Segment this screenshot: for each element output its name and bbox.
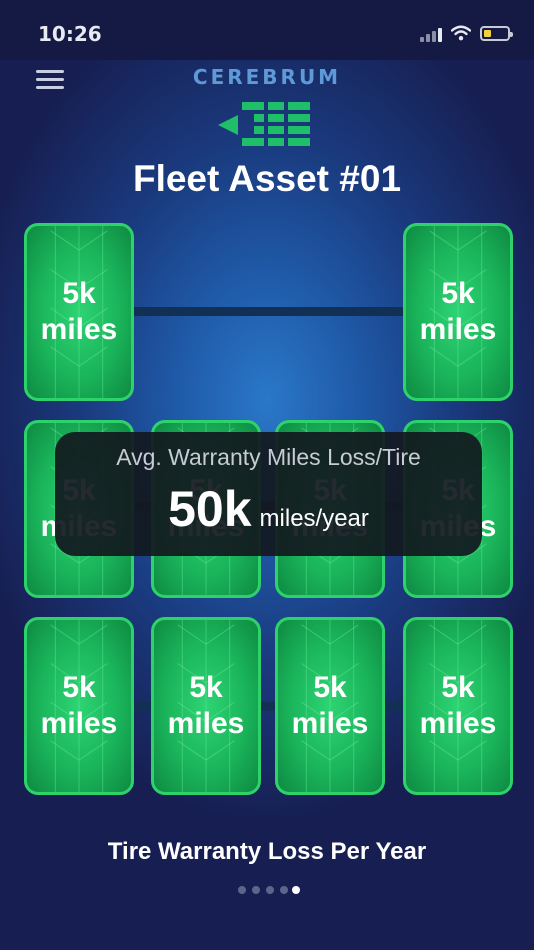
tire-miles-label: 5kmiles <box>167 671 245 740</box>
page-dot[interactable] <box>266 886 274 894</box>
tire-front-right[interactable]: 5k miles <box>403 223 513 401</box>
page-dot-active[interactable] <box>292 886 300 894</box>
tire-miles-label: 5kmiles <box>291 671 369 740</box>
status-time: 10:26 <box>38 22 102 46</box>
page-indicator[interactable] <box>0 886 534 896</box>
brand-logo-text: CEREBRUM <box>192 65 342 89</box>
tire-rear-outer-right[interactable]: 5k miles <box>403 617 513 795</box>
status-bar: 10:26 <box>0 0 534 60</box>
summary-value: 50k miles/year <box>55 480 482 538</box>
page-dot[interactable] <box>252 886 260 894</box>
battery-icon <box>480 26 513 41</box>
tire-rear-inner-left[interactable]: 5k miles <box>151 617 261 795</box>
summary-number: 50k <box>168 481 252 537</box>
tire-rear-outer-left[interactable]: 5k miles <box>24 617 134 795</box>
tire-miles-label: 5kmiles <box>40 277 118 346</box>
summary-unit: miles/year <box>259 505 369 532</box>
wifi-icon <box>451 25 471 41</box>
tire-miles-label: 5kmiles <box>419 671 497 740</box>
brand-mark-icon <box>218 102 310 146</box>
footer-caption: Tire Warranty Loss Per Year <box>107 838 427 865</box>
page-dot[interactable] <box>280 886 288 894</box>
page-title: Fleet Asset #01 <box>132 158 402 199</box>
tire-rear-inner-right[interactable]: 5k miles <box>275 617 385 795</box>
warranty-summary-card: Avg. Warranty Miles Loss/Tire 50k miles/y… <box>55 432 482 556</box>
page-dot[interactable] <box>238 886 246 894</box>
summary-title: Avg. Warranty Miles Loss/Tire <box>116 444 421 470</box>
signal-icon <box>420 28 444 42</box>
tire-miles-label: 5kmiles <box>40 671 118 740</box>
tire-front-left[interactable]: 5k miles <box>24 223 134 401</box>
tire-miles-label: 5kmiles <box>419 277 497 346</box>
front-axle <box>132 307 406 316</box>
